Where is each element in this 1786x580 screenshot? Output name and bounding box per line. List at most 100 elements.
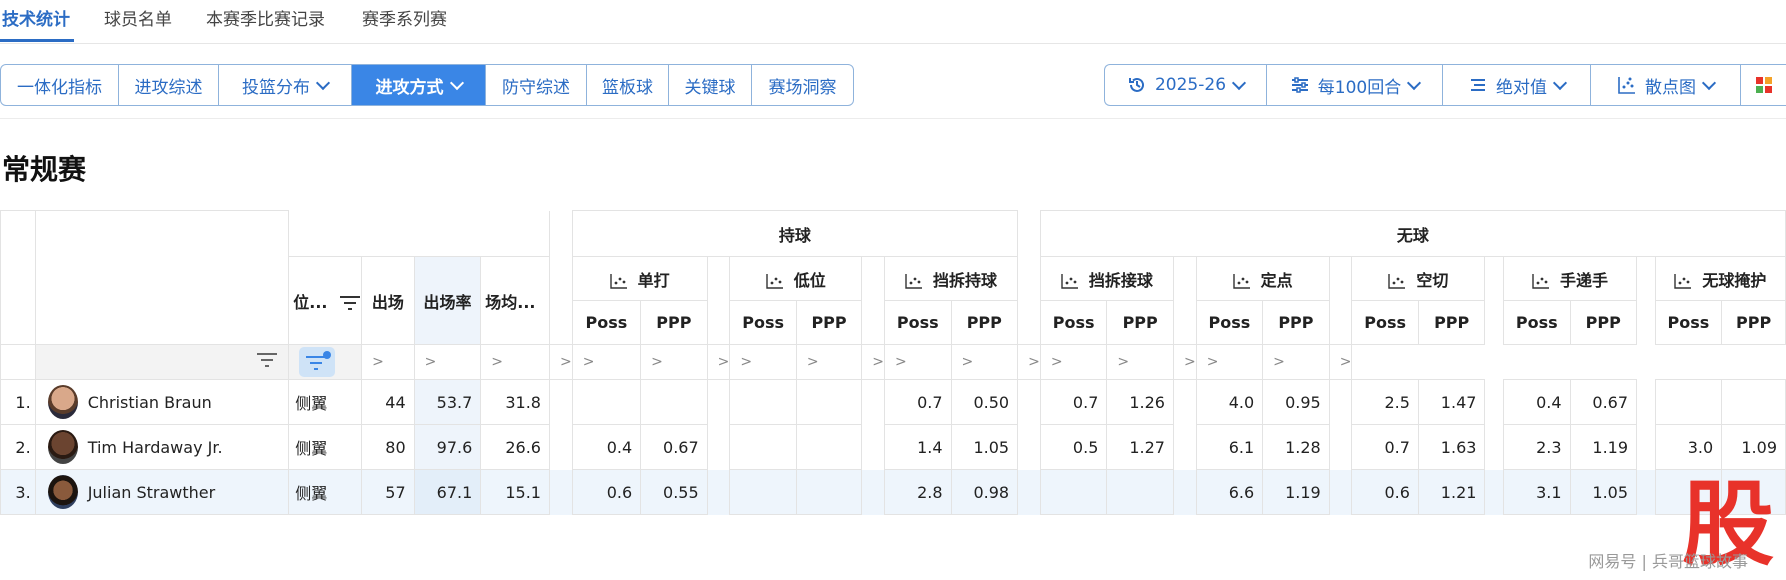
playtype-post-header[interactable]: 低位 xyxy=(729,256,863,301)
season-select[interactable]: 2025-26 xyxy=(1105,65,1267,105)
ppp-header[interactable]: PPP xyxy=(1262,300,1330,345)
table-row[interactable]: 3. Julian Strawther 侧翼 57 67.1 15.1 0.6 0… xyxy=(0,469,1786,515)
poss-header[interactable]: Poss xyxy=(729,300,797,345)
category-integrated-button[interactable]: 一体化指标 xyxy=(1,65,119,105)
value-mode-label: 绝对值 xyxy=(1496,77,1547,98)
table-row[interactable]: 1. Christian Braun 侧翼 44 53.7 31.8 0.7 0.… xyxy=(0,379,1786,425)
rank-cell: 1. xyxy=(0,379,36,425)
poss-header[interactable]: Poss xyxy=(1503,300,1571,345)
player-name[interactable]: Christian Braun xyxy=(88,393,212,412)
player-cell[interactable]: Julian Strawther xyxy=(34,469,290,515)
poss-header[interactable]: Poss xyxy=(1654,300,1723,345)
filter-input[interactable]: > xyxy=(1106,344,1174,380)
category-rebounds-button[interactable]: 篮板球 xyxy=(587,65,669,105)
ppp-header[interactable]: PPP xyxy=(1417,300,1486,345)
category-insights-button[interactable]: 赛场洞察 xyxy=(752,65,853,105)
per-mode-select[interactable]: 每100回合 xyxy=(1267,65,1443,105)
player-avatar xyxy=(47,385,78,419)
filter-input[interactable]: > xyxy=(1262,344,1330,380)
tab-game-log[interactable]: 本赛季比赛记录 xyxy=(206,5,325,30)
filter-icon[interactable] xyxy=(256,352,278,368)
ppp-header[interactable]: PPP xyxy=(640,300,708,345)
category-shot-distribution-button[interactable]: 投篮分布 xyxy=(219,65,352,105)
filter-input[interactable]: > xyxy=(548,344,573,380)
ppp-header[interactable]: PPP xyxy=(795,300,863,345)
chevron-down-icon xyxy=(449,75,464,90)
category-button-group: 一体化指标 进攻综述 投篮分布 进攻方式 防守综述 篮板球 关键球 赛场洞察 xyxy=(0,64,854,106)
filter-input[interactable]: > xyxy=(480,344,550,380)
category-play-type-button[interactable]: 进攻方式 xyxy=(352,65,486,105)
spot-up-ppp-cell: 0.95 xyxy=(1262,379,1330,425)
filter-input[interactable]: > xyxy=(1039,344,1108,380)
cut-ppp-cell: 1.47 xyxy=(1417,379,1486,425)
player-name[interactable]: Julian Strawther xyxy=(88,483,216,502)
button-label: 关键球 xyxy=(684,77,736,98)
value-mode-select[interactable]: 绝对值 xyxy=(1443,65,1591,105)
poss-header[interactable]: Poss xyxy=(1351,300,1419,345)
filter-input[interactable]: > xyxy=(950,344,1019,380)
poss-header[interactable]: Poss xyxy=(1039,300,1108,345)
filter-input[interactable]: > xyxy=(795,344,863,380)
playtype-pnr-roll-header[interactable]: 挡拆接球 xyxy=(1039,256,1174,301)
tab-tech-stats[interactable]: 技术统计 xyxy=(2,5,70,30)
filter-input[interactable]: > xyxy=(706,344,731,380)
position-header[interactable]: 位... xyxy=(288,256,363,345)
handoff-ppp-cell: 0.67 xyxy=(1569,379,1638,425)
filter-input[interactable]: > xyxy=(361,344,415,380)
player-name[interactable]: Tim Hardaway Jr. xyxy=(88,438,223,457)
filter-input[interactable]: > xyxy=(413,344,482,380)
tab-series[interactable]: 赛季系列赛 xyxy=(362,5,447,30)
filter-input[interactable]: > xyxy=(1195,344,1264,380)
off-screen-poss-cell xyxy=(1654,379,1723,425)
sort-filter-icon[interactable] xyxy=(339,295,361,311)
position-filter-cell[interactable] xyxy=(288,344,363,380)
category-defense-overview-button[interactable]: 防守综述 xyxy=(486,65,587,105)
column-spacer xyxy=(706,379,731,425)
playtype-handoff-header[interactable]: 手递手 xyxy=(1503,256,1638,301)
playtype-spot-up-header[interactable]: 定点 xyxy=(1195,256,1330,301)
tab-roster[interactable]: 球员名单 xyxy=(104,5,172,30)
filter-input[interactable]: > xyxy=(729,344,797,380)
playtype-off-screen-header[interactable]: 无球掩护 xyxy=(1654,256,1786,301)
table-row[interactable]: 2. Tim Hardaway Jr. 侧翼 80 97.6 26.6 0.4 0… xyxy=(0,424,1786,470)
filter-input[interactable]: > xyxy=(1172,344,1197,380)
poss-header[interactable]: Poss xyxy=(1195,300,1264,345)
playtype-cut-header[interactable]: 空切 xyxy=(1351,256,1486,301)
column-spacer xyxy=(548,469,573,515)
filter-input[interactable]: > xyxy=(1328,344,1353,380)
filter-input[interactable]: > xyxy=(640,344,708,380)
filter-input[interactable]: > xyxy=(883,344,952,380)
games-pct-header[interactable]: 出场率 xyxy=(413,256,482,345)
chevron-down-icon xyxy=(315,75,331,90)
poss-header[interactable]: Poss xyxy=(883,300,952,345)
minutes-cell: 15.1 xyxy=(480,469,550,515)
playtype-pnr-handler-header[interactable]: 挡拆持球 xyxy=(883,256,1019,301)
pnr-roll-poss-cell: 0.7 xyxy=(1039,379,1108,425)
button-label: 一体化指标 xyxy=(17,77,102,98)
filter-input[interactable]: > xyxy=(571,344,642,380)
ppp-header[interactable]: PPP xyxy=(950,300,1019,345)
poss-header[interactable]: Poss xyxy=(571,300,642,345)
top-nav: 技术统计 球员名单 本赛季比赛记录 赛季系列赛 xyxy=(0,0,1786,44)
rank-cell: 3. xyxy=(0,469,36,515)
category-clutch-button[interactable]: 关键球 xyxy=(669,65,752,105)
chart-mode-select[interactable]: 散点图 xyxy=(1591,65,1741,105)
ppp-header[interactable]: PPP xyxy=(1106,300,1174,345)
minutes-header[interactable]: 场均... xyxy=(480,256,550,345)
player-cell[interactable]: Tim Hardaway Jr. xyxy=(34,424,290,470)
ppp-header[interactable]: PPP xyxy=(1721,300,1786,345)
filter-input[interactable]: > xyxy=(861,344,885,380)
playtype-isolation-header[interactable]: 单打 xyxy=(571,256,708,301)
heatmap-toggle-button[interactable] xyxy=(1741,65,1786,105)
button-label: 赛场洞察 xyxy=(768,77,837,98)
player-cell[interactable]: Christian Braun xyxy=(34,379,290,425)
player-filter-cell[interactable] xyxy=(34,344,290,380)
active-filter-button[interactable] xyxy=(299,347,336,377)
filter-input[interactable]: > xyxy=(1017,344,1041,380)
chart-mode-label: 散点图 xyxy=(1645,77,1696,98)
games-header[interactable]: 出场 xyxy=(361,256,415,345)
column-spacer xyxy=(1484,256,1505,345)
handoff-ppp-cell: 1.05 xyxy=(1569,469,1638,515)
ppp-header[interactable]: PPP xyxy=(1569,300,1638,345)
category-offense-overview-button[interactable]: 进攻综述 xyxy=(119,65,219,105)
